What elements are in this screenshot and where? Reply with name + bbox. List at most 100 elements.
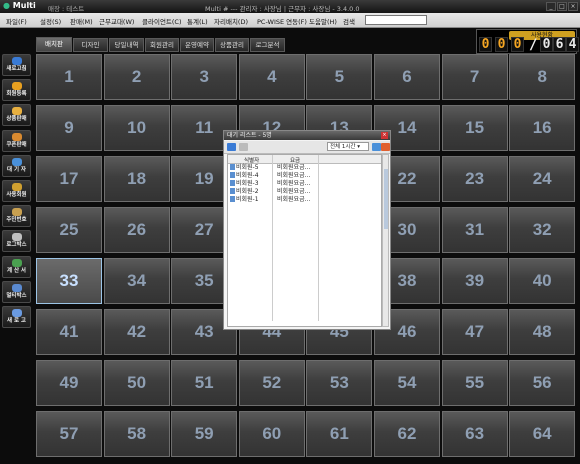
seat-tile[interactable]: 26 <box>103 207 170 253</box>
seat-tile[interactable]: 4 <box>238 54 305 100</box>
seat-tile[interactable]: 60 <box>238 411 305 457</box>
menu-sales[interactable]: 판매(M) <box>70 16 93 26</box>
seat-tile[interactable]: 31 <box>441 207 508 253</box>
seat-tile[interactable]: 41 <box>36 309 102 355</box>
seat-tile[interactable]: 40 <box>509 258 576 304</box>
seat-tile[interactable]: 16 <box>509 105 576 151</box>
seat-tile[interactable]: 6 <box>374 54 440 100</box>
shop-name: 매장 : 테스트 <box>48 5 85 13</box>
seat-tile[interactable]: 55 <box>441 360 508 406</box>
seat-tile[interactable]: 34 <box>103 258 170 304</box>
dialog-close-icon[interactable]: × <box>381 132 388 139</box>
sidebar-item[interactable]: 회원등록 <box>2 79 31 102</box>
close-button[interactable]: × <box>568 2 578 11</box>
seat-tile[interactable]: 49 <box>36 360 102 406</box>
waiting-user-name: 비회원-1 <box>236 196 259 203</box>
scrollbar-thumb[interactable] <box>384 169 388 229</box>
menu-help[interactable]: 도움말(H) <box>309 16 337 26</box>
seat-tile[interactable]: 24 <box>509 156 576 202</box>
seat-tile[interactable]: 33 <box>36 258 102 304</box>
sidebar-item[interactable]: 쿠폰판매 <box>2 129 31 152</box>
sidebar-item[interactable]: 상품판매 <box>2 104 31 127</box>
seat-tile[interactable]: 47 <box>441 309 508 355</box>
dialog-title-bar[interactable]: 대기 리스트 - 5명 × <box>224 131 390 140</box>
seat-tile[interactable]: 8 <box>509 54 576 100</box>
sidebar-item[interactable]: 로그박스 <box>2 230 31 253</box>
sidebar-item[interactable]: 대 기 자 <box>2 154 31 177</box>
seat-tile[interactable]: 42 <box>103 309 170 355</box>
seat-tile[interactable]: 7 <box>441 54 508 100</box>
sidebar-item[interactable]: 사용회원 <box>2 180 31 202</box>
user-icon <box>230 188 235 194</box>
seat-tile[interactable]: 1 <box>36 54 102 100</box>
active-users-icon <box>11 183 22 191</box>
minimize-button[interactable]: _ <box>546 2 556 11</box>
menu-pcwise[interactable]: PC-WISE 연동(F) <box>257 16 307 26</box>
seat-tile[interactable]: 18 <box>103 156 170 202</box>
seat-tile[interactable]: 10 <box>103 105 170 151</box>
used-digit: 0 <box>479 37 492 52</box>
menu-layout[interactable]: 자리배치(D) <box>214 16 248 26</box>
seat-tile[interactable]: 9 <box>36 105 102 151</box>
sidebar-item[interactable]: 멀티박스 <box>2 280 31 303</box>
list-item[interactable]: 비회원-4 비회원요금... <box>230 172 310 180</box>
seat-tile[interactable]: 57 <box>36 411 102 457</box>
tab-member-management[interactable]: 회원관리 <box>145 38 179 52</box>
seat-tile[interactable]: 54 <box>374 360 440 406</box>
arrow-down-icon[interactable] <box>227 143 236 151</box>
list-item[interactable]: 비회원-3 비회원요금... <box>230 180 310 188</box>
tab-seat-board[interactable]: 배치판 <box>36 37 72 52</box>
menu-file[interactable]: 파일(F) <box>6 16 27 26</box>
seat-tile[interactable]: 23 <box>441 156 508 202</box>
list-scrollbar[interactable] <box>382 154 389 327</box>
maximize-button[interactable]: □ <box>557 2 567 11</box>
refresh-icon <box>11 57 22 65</box>
list-item[interactable]: 비회원-5 비회원요금... <box>230 164 310 172</box>
tab-reservations[interactable]: 운영예약 <box>180 38 214 52</box>
menu-client[interactable]: 클라이언트(C) <box>142 16 182 26</box>
seat-tile[interactable]: 25 <box>36 207 102 253</box>
menu-stats[interactable]: 통계(L) <box>187 16 208 26</box>
seat-tile[interactable]: 15 <box>441 105 508 151</box>
window-title: Multi # --- 관리자 : 사장님 | 근무자 : 사장님 - 3.4.… <box>205 5 360 13</box>
search-input[interactable] <box>365 15 427 25</box>
seat-tile[interactable]: 62 <box>374 411 440 457</box>
seat-tile[interactable]: 39 <box>441 258 508 304</box>
sidebar-item[interactable]: 계 산 서 <box>2 255 31 278</box>
seat-tile[interactable]: 59 <box>171 411 238 457</box>
list-item[interactable]: 비회원-2 비회원요금... <box>230 188 310 196</box>
seat-tile[interactable]: 3 <box>171 54 238 100</box>
seat-tile[interactable]: 63 <box>441 411 508 457</box>
document-icon <box>11 309 22 317</box>
menu-settings[interactable]: 설정(S) <box>40 16 61 26</box>
seat-tile[interactable]: 32 <box>509 207 576 253</box>
menu-bar: 파일(F) 설정(S) 판매(M) 근무교대(W) 클라이언트(C) 통계(L)… <box>0 13 580 28</box>
waiting-user-fee: 비회원요금... <box>277 196 311 203</box>
seat-tile[interactable]: 50 <box>103 360 170 406</box>
sidebar-item-label: 계 산 서 <box>6 267 26 274</box>
time-filter-dropdown[interactable]: 전체 1시간 ▾ <box>327 142 369 151</box>
tab-log-analysis[interactable]: 로그분석 <box>250 38 285 52</box>
list-item[interactable]: 비회원-1 비회원요금... <box>230 196 310 204</box>
seat-tile[interactable]: 64 <box>509 411 576 457</box>
seat-tile[interactable]: 5 <box>306 54 373 100</box>
delete-icon[interactable] <box>381 143 390 151</box>
tab-daily-history[interactable]: 당일내역 <box>109 38 144 52</box>
seat-tile[interactable]: 51 <box>171 360 238 406</box>
sidebar-item[interactable]: 새 로 고 <box>2 306 31 328</box>
seat-tile[interactable]: 52 <box>238 360 305 406</box>
tab-product-management[interactable]: 상품관리 <box>215 38 249 52</box>
seat-tile[interactable]: 58 <box>103 411 170 457</box>
tab-design[interactable]: 디자인 <box>73 38 108 52</box>
seat-tile[interactable]: 17 <box>36 156 102 202</box>
sidebar-item[interactable]: 새로고침 <box>2 54 31 76</box>
menu-shift[interactable]: 근무교대(W) <box>99 16 134 26</box>
seat-tile[interactable]: 48 <box>509 309 576 355</box>
refresh-icon[interactable] <box>372 143 381 151</box>
sidebar-item[interactable]: 주민번호 <box>2 205 31 228</box>
seat-tile[interactable]: 53 <box>306 360 373 406</box>
list-icon[interactable] <box>239 143 248 151</box>
seat-tile[interactable]: 56 <box>509 360 576 406</box>
seat-tile[interactable]: 61 <box>306 411 373 457</box>
seat-tile[interactable]: 2 <box>103 54 170 100</box>
